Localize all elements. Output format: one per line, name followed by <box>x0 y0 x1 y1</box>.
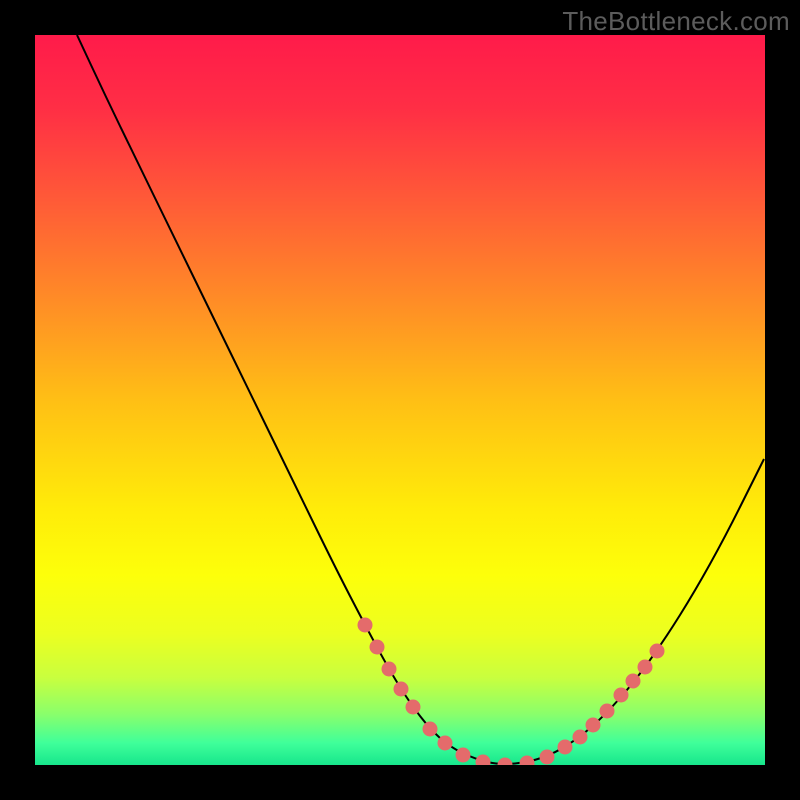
data-point <box>456 748 471 763</box>
data-point <box>370 640 385 655</box>
data-point <box>358 618 373 633</box>
data-point <box>498 758 513 766</box>
data-point <box>520 756 535 766</box>
data-point <box>614 688 629 703</box>
data-point <box>586 718 601 733</box>
data-point <box>382 662 397 677</box>
dots-layer <box>35 35 765 765</box>
plot-area <box>35 35 765 765</box>
chart-frame: TheBottleneck.com <box>0 0 800 800</box>
data-point <box>438 736 453 751</box>
data-point <box>394 682 409 697</box>
data-point <box>476 755 491 766</box>
data-point <box>573 730 588 745</box>
data-point <box>540 750 555 765</box>
data-point <box>650 644 665 659</box>
data-point <box>600 704 615 719</box>
data-point <box>423 722 438 737</box>
data-point <box>558 740 573 755</box>
data-point <box>626 674 641 689</box>
data-point <box>406 700 421 715</box>
watermark-text: TheBottleneck.com <box>562 6 790 37</box>
data-point <box>638 660 653 675</box>
